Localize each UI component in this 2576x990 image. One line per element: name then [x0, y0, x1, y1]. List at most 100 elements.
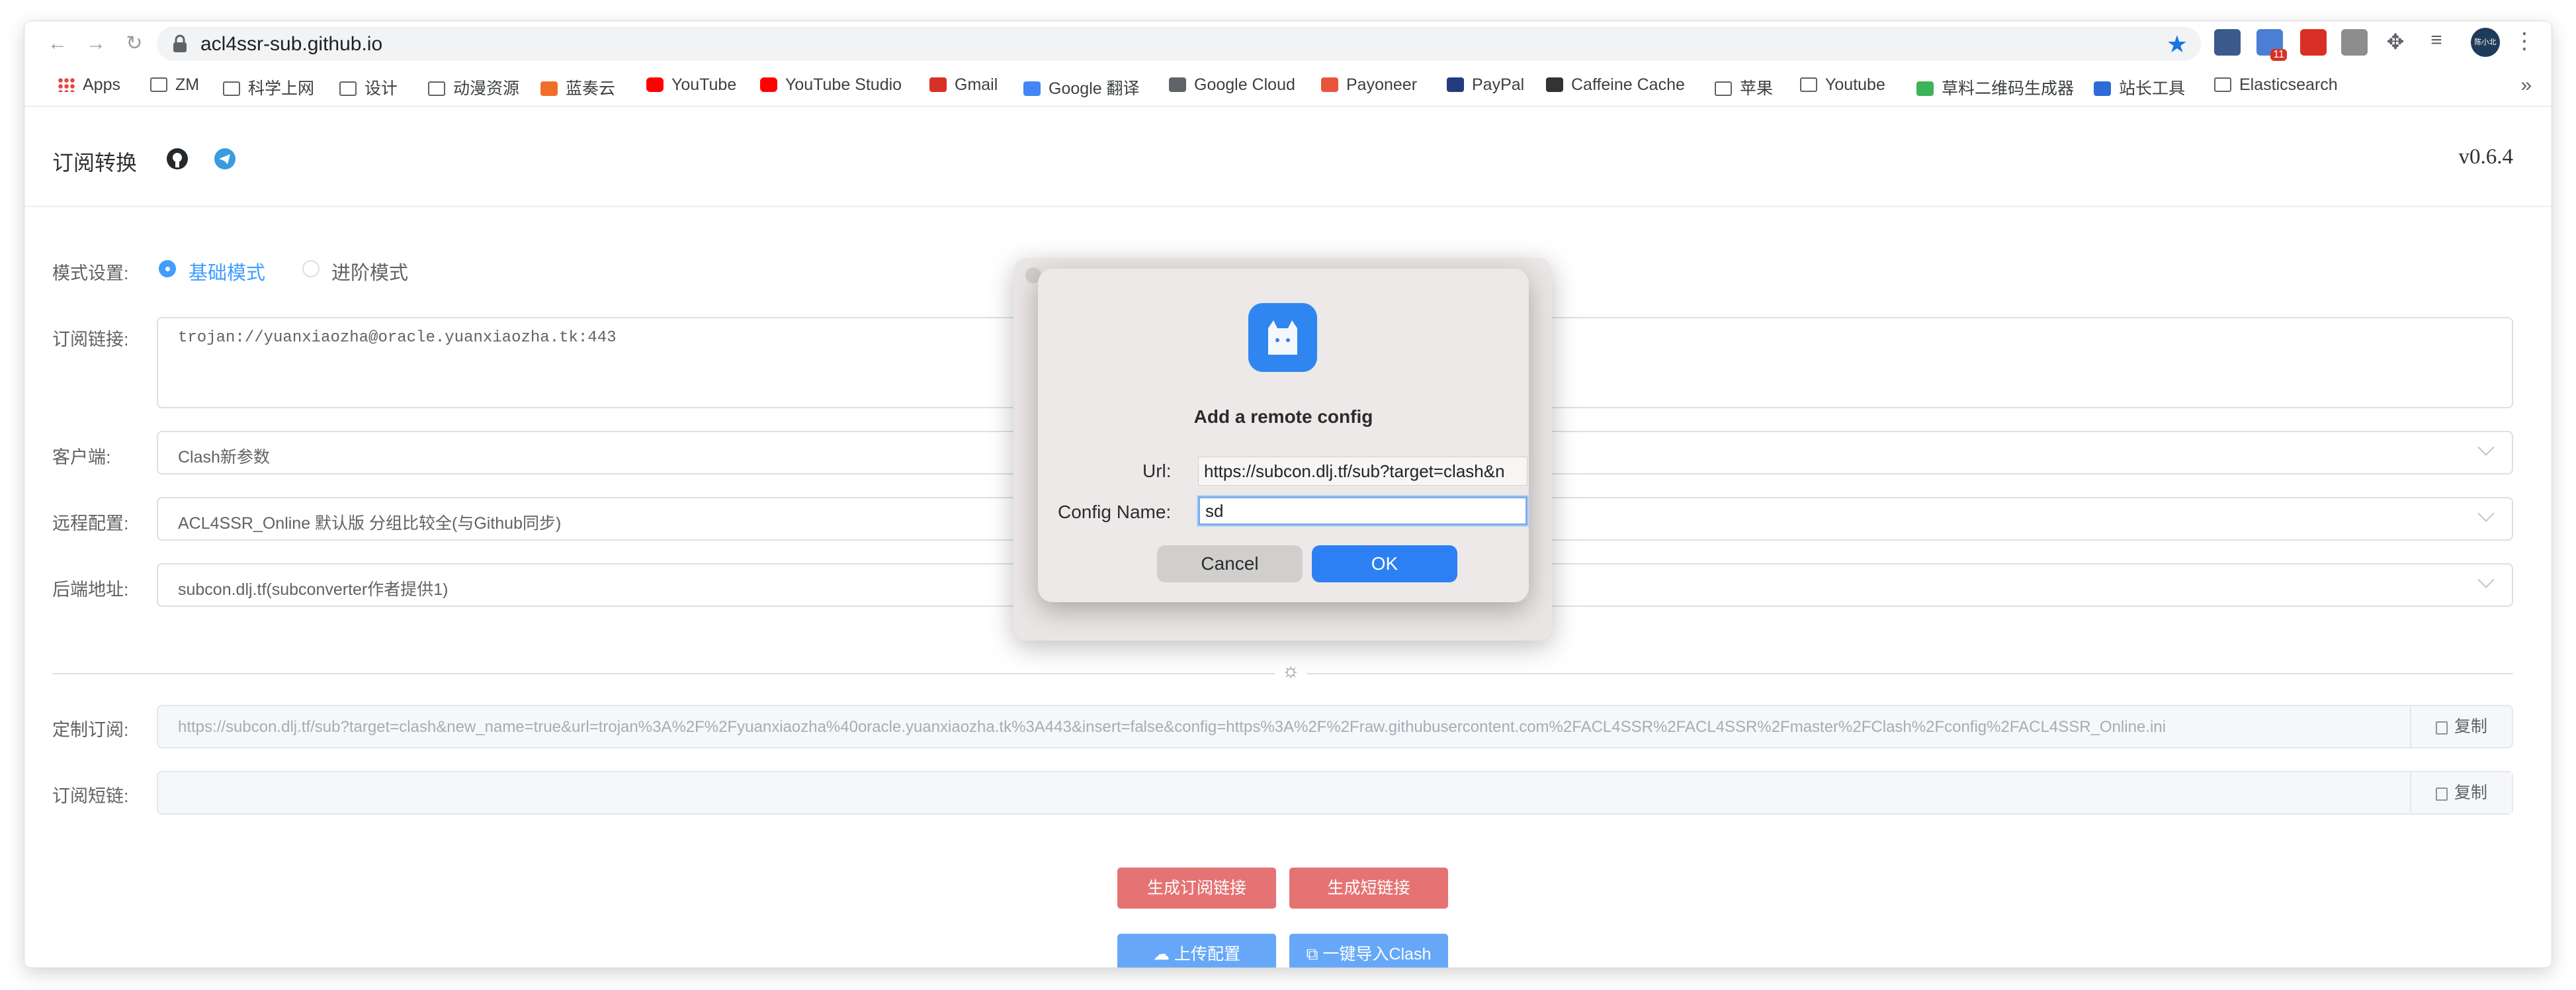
import-clash-button[interactable]: ⧉ 一键导入Clash — [1289, 934, 1448, 968]
sub-link-value: trojan://yuanxiaozha@oracle.yuanxiaozha.… — [178, 329, 617, 347]
bookmark-item[interactable]: YouTube — [646, 75, 736, 98]
ok-button[interactable]: OK — [1312, 545, 1457, 582]
config-name-input[interactable]: sd — [1198, 496, 1527, 525]
url-text: acl4ssr-sub.github.io — [200, 33, 383, 55]
bookmark-item[interactable]: ZM — [150, 75, 199, 98]
radio-basic-mode[interactable] — [159, 260, 176, 277]
more-menu-icon[interactable]: ⋮ — [2513, 26, 2536, 56]
upload-config-button[interactable]: ☁ 上传配置 — [1117, 934, 1276, 968]
puzzle-icon[interactable]: ✥ — [2382, 29, 2409, 56]
bookmark-label: Apps — [83, 75, 120, 94]
google-translate-icon — [1023, 81, 1041, 96]
copy-short-link-button[interactable]: 复制 — [2410, 772, 2512, 813]
forward-arrow-icon[interactable]: → — [83, 30, 109, 57]
webmaster-icon — [2094, 81, 2111, 96]
github-icon[interactable] — [166, 148, 189, 170]
bookmark-label: Elasticsearch — [2239, 75, 2338, 94]
mode-label: 模式设置: — [52, 263, 129, 283]
url-label: Url: — [1142, 461, 1172, 481]
extension-icon[interactable]: 11 — [2256, 29, 2287, 61]
caffeine-icon — [1546, 77, 1563, 92]
back-arrow-icon[interactable]: ← — [44, 30, 71, 57]
bookmarks-bar: » Apps ZM 科学上网 设计 动漫资源 蓝奏云 YouTube YouTube Stud… — [24, 66, 2552, 107]
bookmark-item[interactable]: 草料二维码生成器 — [1916, 75, 2074, 98]
copy-icon — [2435, 788, 2448, 801]
avatar[interactable]: 陈小北 — [2471, 28, 2500, 57]
download-extension-icon[interactable] — [2214, 29, 2241, 56]
bookmark-item[interactable]: 动漫资源 — [428, 75, 519, 98]
bookmark-item[interactable]: Gmail — [929, 75, 998, 98]
paypal-icon — [1447, 77, 1464, 92]
bookmark-item[interactable]: Elasticsearch — [2214, 75, 2338, 98]
bookmark-item[interactable]: Youtube — [1800, 75, 1885, 98]
radio-advanced-mode-label[interactable]: 进阶模式 — [331, 257, 408, 285]
bookmark-item[interactable]: 科学上网 — [223, 75, 314, 98]
bookmark-label: 设计 — [365, 79, 398, 98]
bookmark-label: 站长工具 — [2119, 79, 2186, 98]
client-value: Clash新参数 — [178, 448, 270, 467]
page-title: 订阅转换 — [52, 151, 138, 175]
bookmark-item[interactable]: Apps — [58, 75, 120, 98]
bookmark-item[interactable]: 设计 — [339, 75, 398, 98]
reload-icon[interactable]: ↻ — [121, 30, 148, 57]
bookmark-label: PayPal — [1472, 75, 1525, 94]
radio-basic-mode-label[interactable]: 基础模式 — [189, 257, 265, 285]
bookmark-item[interactable]: 苹果 — [1715, 75, 1773, 98]
backend-label: 后端地址: — [52, 580, 129, 600]
folder-icon — [339, 81, 357, 96]
folder-icon — [223, 81, 240, 96]
bookmark-item[interactable]: Caffeine Cache — [1546, 75, 1685, 98]
youtube-icon — [646, 77, 664, 92]
telegram-icon[interactable] — [214, 148, 236, 170]
copy-icon — [2435, 721, 2448, 735]
bookmark-item[interactable]: 蓝奏云 — [540, 75, 615, 98]
copy-custom-sub-button[interactable]: 复制 — [2410, 706, 2512, 747]
copy-button-label: 复制 — [2454, 784, 2487, 802]
version-label: v0.6.4 — [2458, 145, 2514, 169]
bookmark-item[interactable]: Payoneer — [1321, 75, 1417, 98]
clashx-cat-icon — [1248, 303, 1317, 372]
bookmark-item[interactable]: PayPal — [1447, 75, 1524, 98]
fb-extension-icon[interactable] — [2341, 29, 2368, 56]
folder-icon — [2214, 77, 2231, 92]
short-link-label: 订阅短链: — [52, 786, 129, 806]
chevron-down-icon — [2477, 439, 2495, 456]
qr-icon — [1916, 81, 1934, 96]
upload-config-label: 上传配置 — [1174, 945, 1240, 964]
bookmark-label: ZM — [175, 75, 200, 94]
bookmark-star-icon[interactable]: ★ — [2167, 30, 2188, 58]
url-input[interactable]: https://subcon.dlj.tf/sub?target=clash&n — [1198, 457, 1527, 486]
bookmark-item[interactable]: Google Cloud — [1169, 75, 1295, 98]
generate-short-link-button[interactable]: 生成短链接 — [1289, 868, 1448, 909]
custom-sub-input[interactable]: https://subcon.dlj.tf/sub?target=clash&n… — [157, 705, 2513, 748]
chevron-down-icon — [2477, 571, 2495, 588]
bookmark-label: 动漫资源 — [453, 79, 520, 98]
folder-icon — [1715, 81, 1732, 96]
dialog-title: Add a remote config — [1193, 406, 1373, 427]
radio-advanced-mode[interactable] — [302, 260, 320, 277]
short-link-input[interactable]: 复制 — [157, 771, 2513, 815]
settings-toggle-icon[interactable]: ☼ — [1275, 660, 1307, 686]
extension-badge: 11 — [2270, 49, 2287, 61]
cloud-upload-icon: ☁ — [1153, 945, 1174, 964]
sub-link-label: 订阅链接: — [52, 330, 129, 349]
bookmark-label: Youtube — [1825, 75, 1885, 94]
page-header: 订阅转换 v0.6.4 — [24, 107, 2552, 207]
browser-window: ← → ↻ acl4ssr-sub.github.io ★ 11 ✥ ≡ 陈小北… — [24, 21, 2552, 968]
folder-icon — [428, 81, 445, 96]
bookmark-label: Google Cloud — [1194, 75, 1295, 94]
reading-list-icon[interactable]: ≡ — [2423, 29, 2450, 56]
bookmark-item[interactable]: 站长工具 — [2094, 75, 2185, 98]
bookmarks-overflow-icon[interactable]: » — [2520, 74, 2532, 97]
bookmark-item[interactable]: YouTube Studio — [760, 75, 902, 98]
fe-helper-icon[interactable] — [2300, 29, 2327, 56]
generate-sub-link-button[interactable]: 生成订阅链接 — [1117, 868, 1276, 909]
address-bar[interactable]: acl4ssr-sub.github.io ★ — [157, 26, 2201, 61]
import-clash-label: 一键导入Clash — [1322, 945, 1432, 964]
cancel-button[interactable]: Cancel — [1157, 545, 1303, 582]
lanzou-icon — [540, 81, 558, 96]
bookmark-item[interactable]: Google 翻译 — [1023, 75, 1140, 98]
bookmark-label: 苹果 — [1740, 79, 1774, 98]
copy-button-label: 复制 — [2454, 717, 2487, 736]
backend-value: subcon.dlj.tf(subconverter作者提供1) — [178, 580, 449, 599]
